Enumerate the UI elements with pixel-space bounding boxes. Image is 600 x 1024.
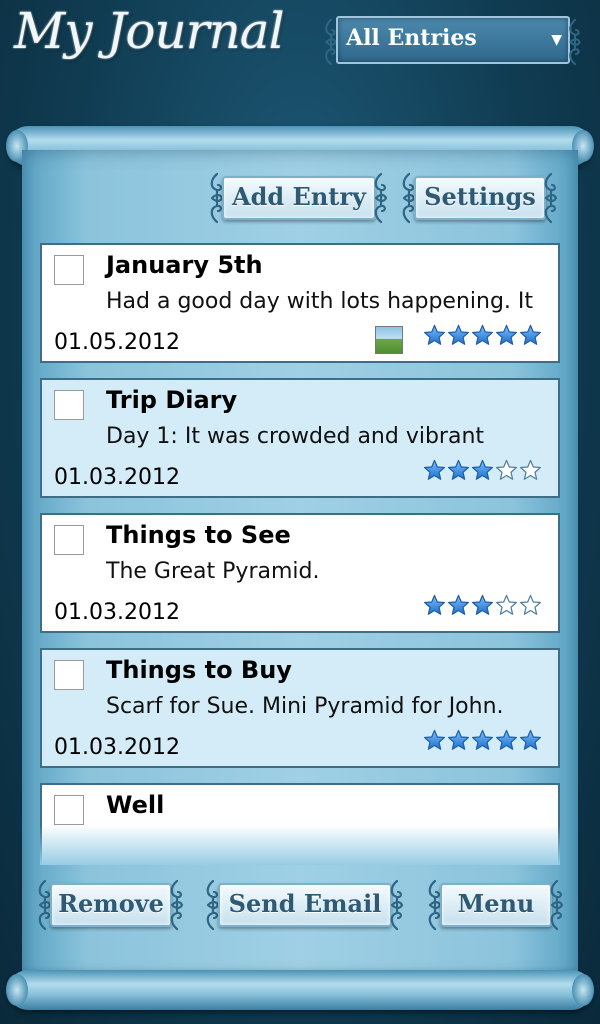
star-rating [423,324,542,347]
settings-label: Settings [424,182,536,211]
entry-checkbox[interactable] [54,255,84,285]
star-rating [423,729,542,752]
journal-entry-row[interactable]: Well [40,783,560,865]
ornament-right-icon [548,879,566,931]
ornament-right-icon [372,172,390,224]
star-empty-icon [496,459,517,480]
entry-preview: Scarf for Sue. Mini Pyramid for John. [106,694,504,719]
star-filled-icon [472,729,493,750]
app-title: My Journal [14,2,285,60]
entry-filter-dropdown[interactable]: All Entries ▼ [322,16,584,70]
send-email-label: Send Email [228,889,382,918]
star-empty-icon [520,594,541,615]
star-filled-icon [520,729,541,750]
star-empty-icon [520,459,541,480]
entry-preview: Day 1: It was crowded and vibrant [106,424,485,449]
send-email-button[interactable]: Send Email [204,879,406,931]
entry-checkbox[interactable] [54,660,84,690]
star-rating [423,594,542,617]
settings-button[interactable]: Settings [400,172,560,224]
star-filled-icon [472,594,493,615]
star-filled-icon [472,324,493,345]
entry-checkbox[interactable] [54,390,84,420]
star-filled-icon [424,324,445,345]
ornament-right-icon [542,172,560,224]
ornament-right-icon [168,879,186,931]
add-entry-label: Add Entry [232,182,366,211]
menu-label: Menu [457,889,535,918]
entry-date: 01.03.2012 [54,735,180,760]
entry-preview: Had a good day with lots happening. It [106,289,534,314]
ornament-right-icon [388,879,406,931]
journal-entry-row[interactable]: Things to See The Great Pyramid. 01.03.2… [40,513,560,633]
star-filled-icon [424,729,445,750]
remove-button[interactable]: Remove [36,879,186,931]
add-entry-button[interactable]: Add Entry [208,172,390,224]
entry-title: January 5th [106,251,263,279]
ornament-right-icon [566,18,584,66]
photo-thumbnail-icon [375,326,403,354]
star-filled-icon [448,459,469,480]
remove-label: Remove [58,889,164,918]
star-filled-icon [448,729,469,750]
entry-checkbox[interactable] [54,525,84,555]
journal-entry-row[interactable]: Trip Diary Day 1: It was crowded and vib… [40,378,560,498]
journal-entry-row[interactable]: January 5th Had a good day with lots hap… [40,243,560,363]
journal-entry-row[interactable]: Things to Buy Scarf for Sue. Mini Pyrami… [40,648,560,768]
chevron-down-icon: ▼ [551,32,562,48]
star-filled-icon [496,729,517,750]
scroll-roll-bottom [6,970,594,1010]
entry-date: 01.05.2012 [54,330,180,355]
star-filled-icon [448,324,469,345]
entry-preview: The Great Pyramid. [106,559,320,584]
entry-title: Well [106,791,165,819]
entry-checkbox[interactable] [54,795,84,825]
star-filled-icon [424,594,445,615]
journal-entry-list[interactable]: January 5th Had a good day with lots hap… [40,243,560,865]
star-filled-icon [448,594,469,615]
entry-date: 01.03.2012 [54,465,180,490]
entry-title: Things to Buy [106,656,292,684]
menu-button[interactable]: Menu [426,879,566,931]
entry-title: Trip Diary [106,386,238,414]
filter-selected-value: All Entries [346,25,477,51]
entry-title: Things to See [106,521,291,549]
entry-date: 01.03.2012 [54,600,180,625]
star-rating [423,459,542,482]
star-filled-icon [520,324,541,345]
star-filled-icon [472,459,493,480]
star-filled-icon [424,459,445,480]
star-empty-icon [496,594,517,615]
star-filled-icon [496,324,517,345]
